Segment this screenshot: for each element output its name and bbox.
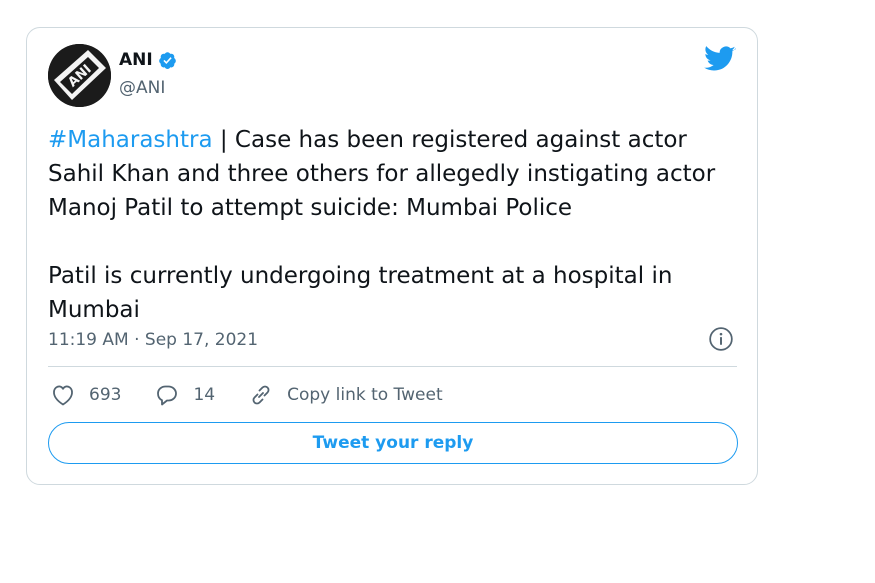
like-count: 693 — [89, 385, 122, 405]
tweet-body: | Case has been registered against actor… — [48, 127, 716, 323]
divider — [48, 366, 737, 367]
reply-count: 14 — [193, 385, 216, 405]
tweet-timestamp[interactable]: 11:19 AM · Sep 17, 2021 — [48, 330, 258, 350]
link-icon[interactable] — [249, 383, 273, 407]
like-action[interactable]: 693 — [51, 384, 121, 406]
reply-action[interactable]: 14 — [155, 384, 215, 406]
info-icon[interactable] — [708, 326, 734, 356]
tweet-card: ANI ANI @ANI #Maharashtra | Case has bee… — [26, 27, 758, 485]
heart-icon[interactable] — [51, 384, 75, 406]
ani-logo-icon: ANI — [48, 44, 111, 107]
copy-link-action[interactable]: Copy link to Tweet — [249, 383, 443, 407]
twitter-bird-icon[interactable] — [704, 46, 736, 77]
verified-badge-icon — [158, 51, 176, 69]
author-handle[interactable]: @ANI — [119, 78, 165, 98]
tweet-text: #Maharashtra | Case has been registered … — [48, 123, 748, 327]
author-name[interactable]: ANI — [119, 50, 153, 70]
tweet-actions: 693 14 Copy link to Tweet — [51, 383, 477, 407]
reply-bubble-icon[interactable] — [155, 384, 179, 406]
author-name-row[interactable]: ANI — [119, 50, 177, 70]
hashtag-link[interactable]: #Maharashtra — [48, 127, 213, 153]
tweet-your-reply-button[interactable]: Tweet your reply — [48, 422, 738, 464]
copy-link-label[interactable]: Copy link to Tweet — [287, 385, 443, 405]
avatar[interactable]: ANI — [48, 44, 111, 107]
